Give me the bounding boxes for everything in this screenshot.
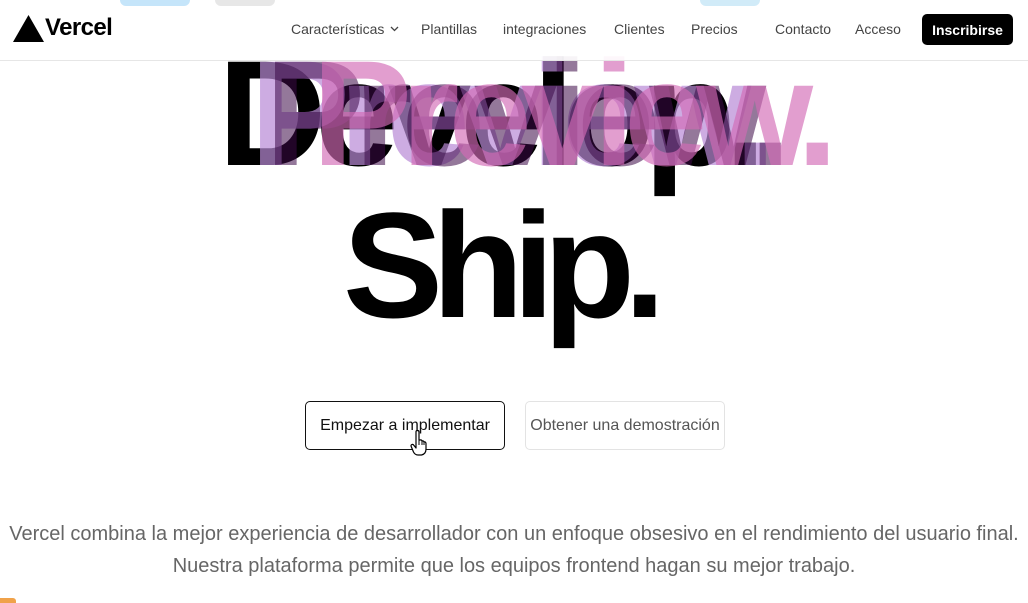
nav-features[interactable]: Características <box>291 21 421 37</box>
hero-word-ship: Ship. <box>343 181 666 349</box>
nav-integrations[interactable]: integraciones <box>503 21 614 37</box>
start-deploying-button[interactable]: Empezar a implementar <box>305 401 505 450</box>
header-decoration <box>215 0 275 6</box>
logo-text: Vercel <box>45 14 113 41</box>
nav-templates[interactable]: Plantillas <box>421 21 503 37</box>
site-header: Vercel Características Plantillas integr… <box>0 0 1028 61</box>
get-demo-button[interactable]: Obtener una demostración <box>525 401 725 450</box>
main-nav: Características Plantillas integraciones… <box>291 21 923 37</box>
header-decoration <box>700 0 760 6</box>
hand-pointer-cursor-icon <box>410 430 427 456</box>
nav-contact[interactable]: Contacto <box>775 21 855 37</box>
corner-accent <box>0 598 16 603</box>
chevron-down-icon <box>390 26 399 32</box>
nav-features-label: Características <box>291 21 385 37</box>
description-line-2: Nuestra plataforma permite que los equip… <box>172 555 856 577</box>
nav-login[interactable]: Acceso <box>855 21 923 37</box>
hero-description: Vercel combina la mejor experiencia de d… <box>0 518 1028 582</box>
vercel-triangle-icon <box>13 14 44 42</box>
vercel-logo[interactable]: Vercel <box>13 14 113 42</box>
nav-pricing[interactable]: Precios <box>691 21 775 37</box>
description-line-1: Vercel combina la mejor experiencia de d… <box>9 523 1019 545</box>
nav-customers[interactable]: Clientes <box>614 21 691 37</box>
signup-button[interactable]: Inscribirse <box>922 14 1013 45</box>
header-decoration <box>120 0 190 6</box>
